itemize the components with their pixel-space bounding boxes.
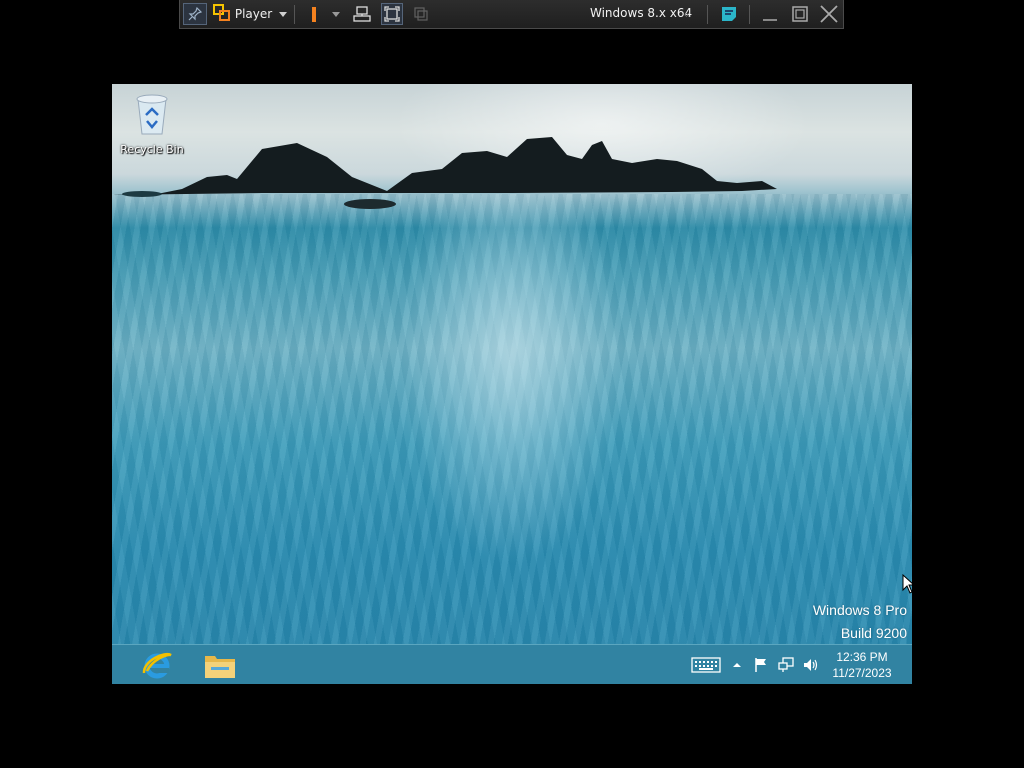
build-text: Build 9200 — [840, 625, 907, 641]
close-icon — [820, 5, 838, 23]
close-button[interactable] — [818, 3, 840, 25]
player-logo-icon — [212, 3, 231, 25]
message-log-icon — [722, 7, 736, 21]
pause-icon — [312, 6, 316, 22]
taskbar-app-file-explorer[interactable] — [202, 648, 238, 682]
clock-time: 12:36 PM — [836, 650, 888, 664]
network-button[interactable] — [776, 645, 796, 684]
send-ctrl-alt-del-icon — [353, 6, 371, 22]
pause-button[interactable] — [306, 3, 322, 25]
player-label: Player — [234, 7, 273, 21]
chevron-down-icon — [279, 11, 288, 17]
touch-keyboard-button[interactable] — [690, 645, 722, 684]
minimize-button[interactable] — [760, 3, 780, 25]
recycle-bin-shortcut[interactable]: Recycle Bin — [117, 89, 187, 156]
unity-icon — [414, 7, 428, 21]
action-center-button[interactable] — [752, 645, 770, 684]
wallpaper-waves — [112, 194, 912, 644]
desktop-icon-label: Recycle Bin — [120, 143, 184, 156]
full-screen-button[interactable] — [381, 3, 403, 25]
mouse-cursor-icon — [902, 573, 912, 598]
show-hidden-icons-icon — [733, 663, 741, 667]
chevron-down-icon — [332, 11, 340, 17]
power-options-dropdown[interactable] — [331, 3, 341, 25]
full-screen-icon — [384, 6, 400, 22]
file-explorer-icon — [205, 656, 235, 678]
divider — [707, 5, 708, 24]
internet-explorer-icon — [142, 652, 172, 679]
guest-desktop[interactable]: Recycle Bin Windows 8 Pro Build 9200 12:… — [112, 84, 912, 684]
restore-icon — [792, 6, 808, 22]
wallpaper-rocks — [112, 137, 777, 209]
action-center-flag-icon — [755, 658, 766, 672]
vm-toolbar: Player Windows 8.x x64 « — [179, 0, 844, 29]
minimize-icon — [763, 19, 777, 21]
vm-title: Windows 8.x x64 — [590, 6, 693, 20]
taskbar-clock[interactable]: 12:36 PM 11/27/2023 — [827, 649, 897, 681]
restore-button[interactable] — [790, 3, 810, 25]
edition-text: Windows 8 Pro — [812, 602, 907, 618]
player-menu-button[interactable]: Player — [210, 3, 290, 25]
collapse-toolbar-icon[interactable]: « — [680, 3, 694, 25]
divider — [294, 5, 295, 24]
clock-date: 11/27/2023 — [832, 666, 892, 680]
network-icon — [778, 657, 794, 672]
show-hidden-icons-button[interactable] — [730, 645, 744, 684]
volume-icon — [804, 659, 818, 671]
recycle-bin-icon — [136, 94, 168, 135]
send-ctrl-alt-del-button[interactable] — [351, 3, 373, 25]
volume-button[interactable] — [800, 645, 820, 684]
divider — [749, 5, 750, 24]
windows-watermark: Windows 8 Pro Build 9200 — [813, 599, 907, 645]
pin-icon[interactable] — [183, 3, 207, 25]
touch-keyboard-icon — [691, 657, 721, 673]
unity-button[interactable] — [410, 3, 432, 25]
taskbar-app-internet-explorer[interactable] — [139, 648, 175, 682]
message-log-button[interactable] — [718, 3, 740, 25]
taskbar: 12:36 PM 11/27/2023 — [112, 644, 912, 684]
